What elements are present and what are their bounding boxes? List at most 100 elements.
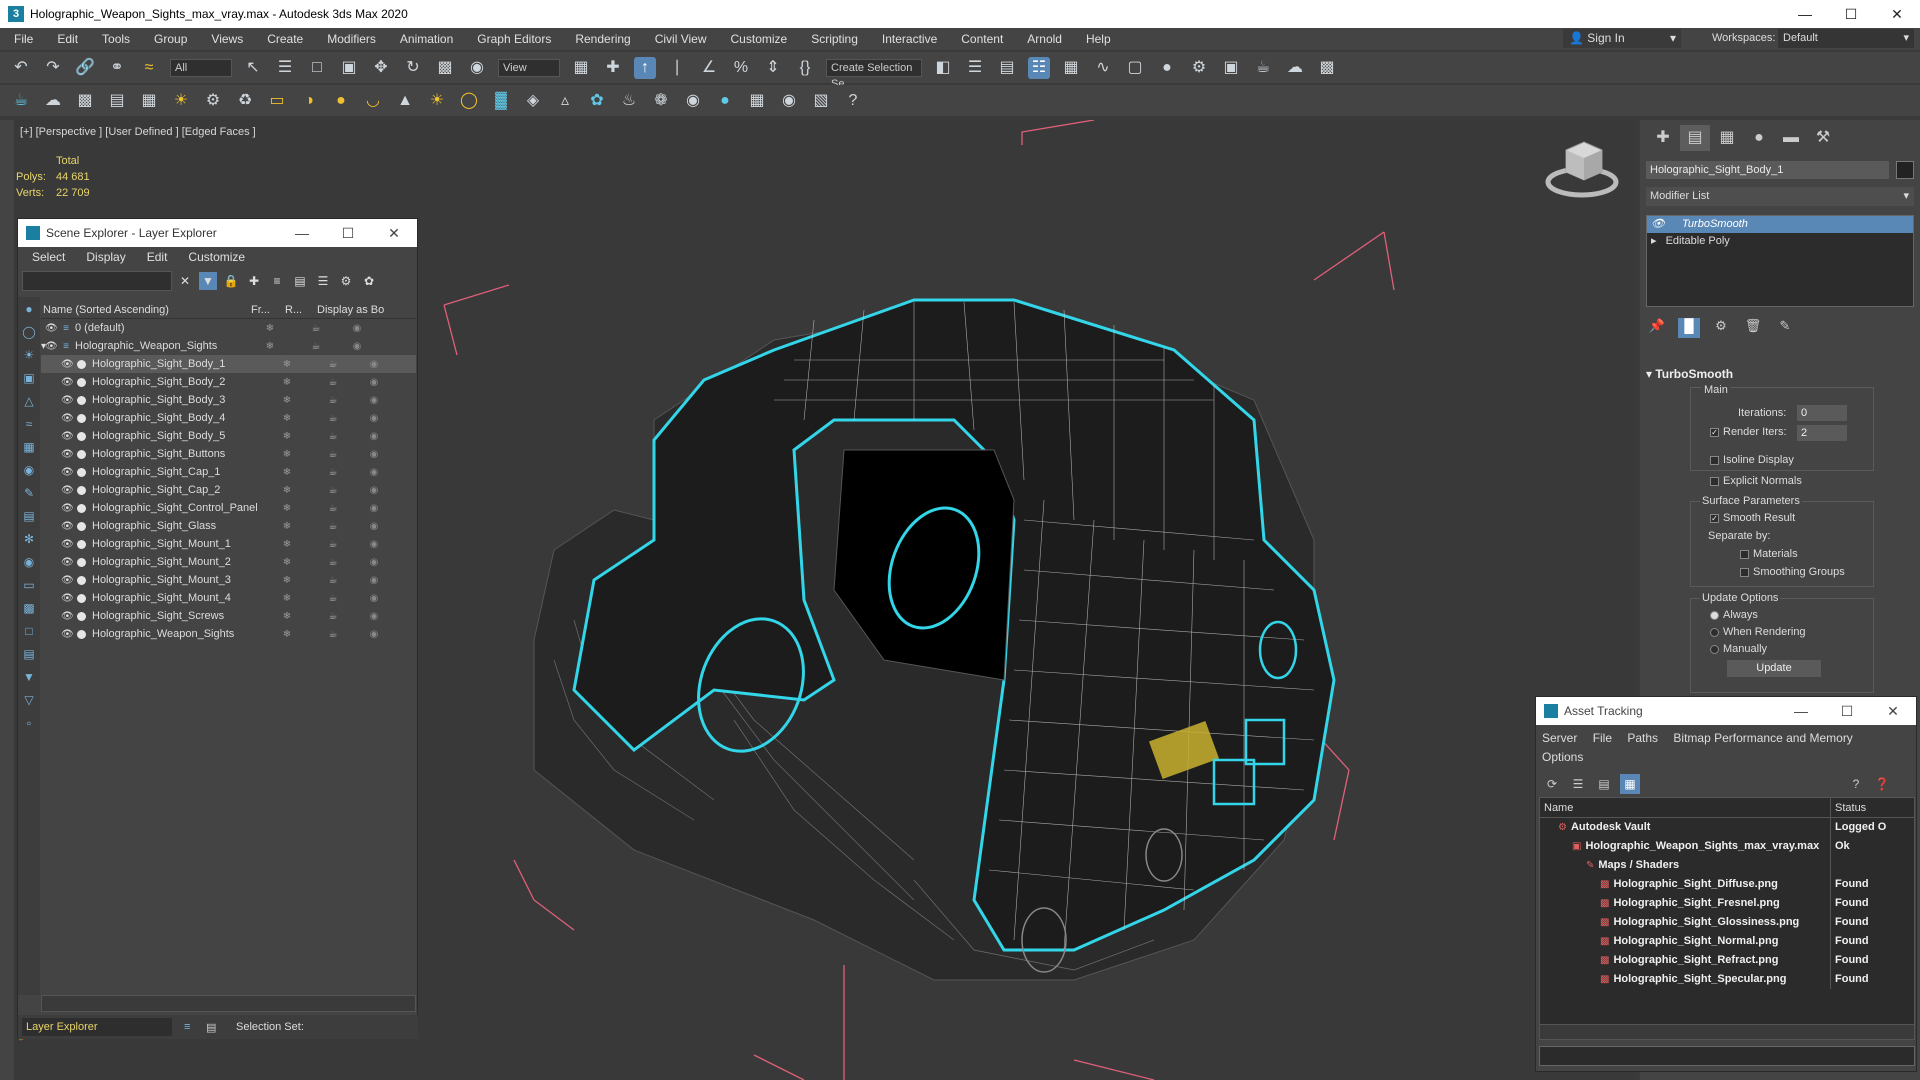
render-iters-checkbox[interactable]: ✓ Render Iters: [1710,426,1787,438]
render-teapot-icon[interactable]: ☕ [287,323,345,334]
close-button[interactable]: ✕ [1870,703,1916,720]
scene-explorer-titlebar[interactable]: Scene Explorer - Layer Explorer — ☐ ✕ [18,219,417,247]
layer-row[interactable]: 👁 Holographic_Sight_Body_3 ❄ ☕ ◉ [41,391,416,409]
vray-displacement-icon[interactable]: ✿ [586,90,608,112]
render-teapot-icon[interactable]: ☕ [304,611,362,622]
col-status-header[interactable]: Status [1830,798,1890,817]
sign-in-dropdown[interactable]: 👤 Sign In ▾ [1563,29,1681,48]
eye-icon[interactable]: 👁 [61,503,74,514]
eye-icon[interactable]: 👁 [61,467,74,478]
filter-icon[interactable]: ▼ [199,272,217,290]
render-teapot-icon[interactable]: ☕ [304,539,362,550]
menu-animation[interactable]: Animation [386,32,463,46]
layer-row[interactable]: 👁 Holographic_Sight_Glass ❄ ☕ ◉ [41,517,416,535]
eye-icon[interactable]: 👁 [61,611,74,622]
asset-row[interactable]: ▩ Holographic_Sight_Normal.png Found [1540,932,1914,951]
particles-filter-icon[interactable]: ✻ [21,532,37,548]
vray-physical-camera-icon[interactable]: ▵ [554,90,576,112]
layer-row[interactable]: ▾ 👁 ≡ Holographic_Weapon_Sights ❄ ☕ ◉ [41,337,416,355]
viewport-label[interactable]: [+] [Perspective ] [User Defined ] [Edge… [20,126,256,138]
select-by-name-icon[interactable]: ☰ [274,57,296,79]
asset-row[interactable]: ▩ Holographic_Sight_Glossiness.png Found [1540,913,1914,932]
menu-create[interactable]: Create [253,32,313,46]
turbosmooth-rollout-header[interactable]: ▾ TurboSmooth [1646,367,1733,381]
move-icon[interactable]: ✥ [370,57,392,79]
groups-filter-icon[interactable]: ▦ [21,440,37,456]
keyboard-shortcut-override-icon[interactable]: ↑ [634,56,656,79]
tree-view-icon[interactable]: ▤ [1594,774,1614,794]
se-menu-edit[interactable]: Edit [147,250,168,264]
eye-icon[interactable]: 👁 [61,485,74,496]
vray-clipper-icon[interactable]: ▧ [810,90,832,112]
filter-icon[interactable]: ▽ [21,693,37,709]
workspace-dropdown[interactable]: Default ▾ [1778,29,1914,48]
layer-row[interactable]: 👁 Holographic_Sight_Screws ❄ ☕ ◉ [41,607,416,625]
freeze-icon[interactable]: ❄ [270,431,304,442]
freeze-icon[interactable]: ❄ [270,413,304,424]
vray-hair-icon[interactable]: ❁ [650,90,672,112]
display-box-icon[interactable]: ◉ [362,395,386,406]
table-view-icon[interactable]: ▦ [1620,774,1640,794]
vray-sphere-fade-icon[interactable]: ● [714,90,736,112]
frozen-filter-icon[interactable]: ◉ [21,555,37,571]
asset-row[interactable]: ⚙ Autodesk Vault Logged O [1540,818,1914,837]
eye-icon[interactable]: 👁 [45,323,58,334]
display-box-icon[interactable]: ◉ [362,521,386,532]
stack-item-editable-poly[interactable]: ▸ Editable Poly [1647,233,1913,250]
eye-icon[interactable]: 👁 [61,575,74,586]
object-name-field[interactable]: Holographic_Sight_Body_1 [1646,161,1889,179]
display-box-icon[interactable]: ◉ [362,413,386,424]
reference-coordinate-dropdown[interactable]: View [498,58,560,77]
layer-row[interactable]: 👁 Holographic_Sight_Body_1 ❄ ☕ ◉ [41,355,416,373]
menu-interactive[interactable]: Interactive [868,32,947,46]
layer-row[interactable]: 👁 Holographic_Sight_Cap_1 ❄ ☕ ◉ [41,463,416,481]
create-tab-icon[interactable]: ✚ [1648,125,1678,151]
freeze-icon[interactable]: ❄ [270,503,304,514]
light-lister-icon[interactable]: ☀ [170,90,192,112]
toggle-ribbon-icon[interactable]: ▦ [1060,57,1082,79]
render-settings-icon[interactable]: ▤ [106,90,128,112]
render-teapot-icon[interactable]: ☕ [304,485,362,496]
isoline-display-checkbox[interactable]: Isoline Display [1710,454,1794,466]
snaps-toggle-icon[interactable]: ∣ [666,57,688,79]
toggle-layer-explorer-icon[interactable]: ☷ [1028,56,1050,79]
maximize-button[interactable]: ☐ [1824,703,1870,720]
hidden-filter-icon[interactable]: ▭ [21,578,37,594]
cloud-render-icon[interactable]: ☁ [42,90,64,112]
layer-row[interactable]: 👁 Holographic_Sight_Buttons ❄ ☕ ◉ [41,445,416,463]
render-teapot-icon[interactable]: ☕ [287,341,345,352]
minimize-button[interactable]: — [279,225,325,242]
select-children-icon[interactable]: ⚙ [337,272,355,290]
clear-search-icon[interactable]: ✕ [176,272,194,290]
edit-named-selection-icon[interactable]: {} [794,57,816,79]
xrefs-filter-icon[interactable]: ◉ [21,463,37,479]
freeze-icon[interactable]: ❄ [253,341,287,352]
frame-buffer-icon[interactable]: ▩ [74,90,96,112]
menu-group[interactable]: Group [140,32,197,46]
containers-filter-icon[interactable]: ▤ [21,509,37,525]
vray-log-icon[interactable]: ⚙ [202,90,224,112]
link-icon[interactable]: 🔗 [74,57,96,79]
list-view-icon[interactable]: ☰ [1568,774,1588,794]
layer-row[interactable]: 👁 Holographic_Sight_Mount_4 ❄ ☕ ◉ [41,589,416,607]
vray-fur-icon[interactable]: ▓ [490,90,512,112]
iterations-spinner[interactable]: 0 [1797,405,1847,421]
menu-civil-view[interactable]: Civil View [641,32,717,46]
display-box-icon[interactable]: ◉ [362,485,386,496]
vray-material-icon[interactable]: ◉ [778,90,800,112]
freeze-icon[interactable]: ❄ [270,359,304,370]
menu-customize[interactable]: Customize [717,32,798,46]
freeze-icon[interactable]: ❄ [270,593,304,604]
select-object-icon[interactable]: ↖ [242,57,264,79]
geometry-filter-icon[interactable]: ● [21,302,37,318]
layer-row[interactable]: 👁 Holographic_Sight_Control_Panel ❄ ☕ ◉ [41,499,416,517]
freeze-icon[interactable]: ❄ [270,377,304,388]
freeze-icon[interactable]: ❄ [270,467,304,478]
make-unique-icon[interactable]: ⚙ [1710,318,1732,338]
layer-row[interactable]: 👁 ≡ 0 (default) ❄ ☕ ◉ [41,319,416,337]
lights-filter-icon[interactable]: ☀ [21,348,37,364]
schematic-view-icon[interactable]: ▢ [1124,57,1146,79]
help-icon[interactable]: ? [1846,774,1866,794]
smoothing-groups-checkbox[interactable]: Smoothing Groups [1740,566,1845,578]
a360-gallery-icon[interactable]: ▩ [1316,57,1338,79]
